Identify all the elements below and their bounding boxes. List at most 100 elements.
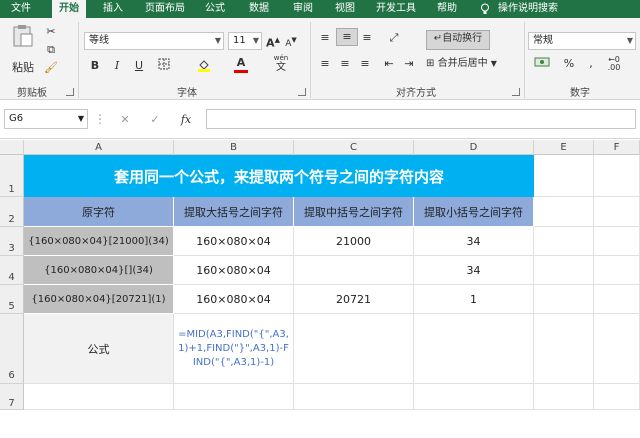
empty-cell[interactable] [594,384,640,410]
header-cell[interactable]: 提取小括号之间字符 [414,197,534,227]
sheet-title-cell[interactable]: 套用同一个公式，来提取两个符号之间的字符内容 [24,155,534,197]
empty-cell[interactable] [534,256,594,285]
empty-cell[interactable] [174,384,294,410]
empty-cell[interactable] [24,384,174,410]
empty-cell[interactable] [294,384,414,410]
column-header[interactable]: D [414,140,534,155]
empty-cell[interactable] [594,227,640,256]
source-cell[interactable]: {160×080×04}[21000](34) [24,227,174,256]
data-cell[interactable]: 34 [414,227,534,256]
wrap-text-button[interactable]: ↵自动换行 [426,30,490,50]
alignment-launcher-icon[interactable] [512,88,520,96]
comma-style-icon[interactable]: , [584,56,598,72]
empty-cell[interactable] [534,227,594,256]
empty-cell[interactable] [594,155,640,197]
paste-button[interactable] [8,24,38,64]
data-cell[interactable]: 160×080×04 [174,285,294,314]
increase-decimal-icon[interactable]: ←0.00 [606,56,622,72]
font-size-select[interactable]: 11 ▼ [228,32,262,50]
data-cell[interactable] [294,256,414,285]
empty-cell[interactable] [534,155,594,197]
tab-view[interactable]: 视图 [328,0,362,18]
row-header[interactable]: 6 [0,314,24,384]
row-header[interactable]: 1 [0,155,24,197]
bold-button[interactable]: B [88,58,102,74]
font-name-select[interactable]: 等线 ▼ [84,32,224,50]
tab-data[interactable]: 数据 [242,0,276,18]
empty-cell[interactable] [534,384,594,410]
borders-icon[interactable] [156,58,172,75]
empty-cell[interactable] [414,384,534,410]
copy-icon[interactable]: ⧉ [44,42,58,58]
tab-file[interactable]: 文件 [4,0,38,18]
tab-help[interactable]: 帮助 [430,0,464,18]
column-header[interactable]: A [24,140,174,155]
empty-cell[interactable] [534,314,594,384]
empty-cell[interactable] [294,314,414,384]
drag-handle-icon[interactable]: ⋮ [94,111,106,127]
align-right-icon[interactable]: ≡ [356,56,374,72]
formula-input[interactable] [206,109,636,129]
tell-me-search[interactable]: 操作说明搜索 [498,0,568,18]
tab-formulas[interactable]: 公式 [198,0,232,18]
align-left-icon[interactable]: ≡ [316,56,334,72]
number-format-select[interactable]: 常规 ▼ [528,32,636,50]
empty-cell[interactable] [594,197,640,227]
font-color-button[interactable]: A [234,56,248,73]
cut-icon[interactable]: ✂ [44,24,58,40]
row-header[interactable]: 2 [0,197,24,227]
tab-developer[interactable]: 开发工具 [370,0,422,18]
phonetic-button[interactable]: wén 文 [270,54,292,73]
formula-label-cell[interactable]: 公式 [24,314,174,384]
row-header[interactable]: 7 [0,384,24,410]
select-all-corner[interactable] [0,140,24,155]
data-cell[interactable]: 21000 [294,227,414,256]
italic-button[interactable]: I [110,58,124,74]
paste-label[interactable]: 粘贴 [6,60,40,76]
data-cell[interactable]: 20721 [294,285,414,314]
row-header[interactable]: 3 [0,227,24,256]
shrink-font-button[interactable]: A▼ [284,32,298,52]
merge-center-button[interactable]: ⊞ 合并后居中 ▼ [426,56,518,72]
decrease-indent-icon[interactable]: ⇤ [380,56,398,72]
font-launcher-icon[interactable] [298,88,306,96]
name-box[interactable]: G6 ▼ [4,109,88,129]
source-cell[interactable]: {160×080×04}[](34) [24,256,174,285]
empty-cell[interactable] [414,314,534,384]
lightbulb-icon[interactable] [478,0,492,18]
empty-cell[interactable] [594,314,640,384]
cancel-icon[interactable]: ✕ [118,112,132,128]
orientation-icon[interactable]: ⤢ [384,30,404,46]
clipboard-launcher-icon[interactable] [66,88,74,96]
underline-button[interactable]: U [132,58,146,74]
row-header[interactable]: 4 [0,256,24,285]
header-cell[interactable]: 提取中括号之间字符 [294,197,414,227]
format-painter-icon[interactable]: 🖌 [44,60,58,76]
align-center-icon[interactable]: ≡ [336,56,354,72]
column-header[interactable]: B [174,140,294,155]
enter-icon[interactable]: ✓ [148,112,162,128]
column-header[interactable]: C [294,140,414,155]
align-middle-icon[interactable]: ≡ [336,28,358,46]
empty-cell[interactable] [534,285,594,314]
column-header[interactable]: F [594,140,640,155]
data-cell[interactable]: 34 [414,256,534,285]
grow-font-button[interactable]: A▲ [266,32,280,52]
fill-color-icon[interactable] [196,58,212,77]
header-cell[interactable]: 提取大括号之间字符 [174,197,294,227]
insert-function-button[interactable]: fx [176,112,196,128]
data-cell[interactable]: 160×080×04 [174,256,294,285]
accounting-format-icon[interactable] [532,56,552,73]
row-header[interactable]: 5 [0,285,24,314]
tab-review[interactable]: 审阅 [286,0,320,18]
data-cell[interactable]: 1 [414,285,534,314]
header-cell[interactable]: 原字符 [24,197,174,227]
data-cell[interactable]: 160×080×04 [174,227,294,256]
tab-insert[interactable]: 插入 [96,0,130,18]
align-bottom-icon[interactable]: ≡ [358,30,376,46]
percent-style-button[interactable]: % [562,56,576,72]
empty-cell[interactable] [594,256,640,285]
increase-indent-icon[interactable]: ⇥ [400,56,418,72]
tab-home[interactable]: 开始 [52,0,86,18]
tab-page-layout[interactable]: 页面布局 [140,0,190,18]
